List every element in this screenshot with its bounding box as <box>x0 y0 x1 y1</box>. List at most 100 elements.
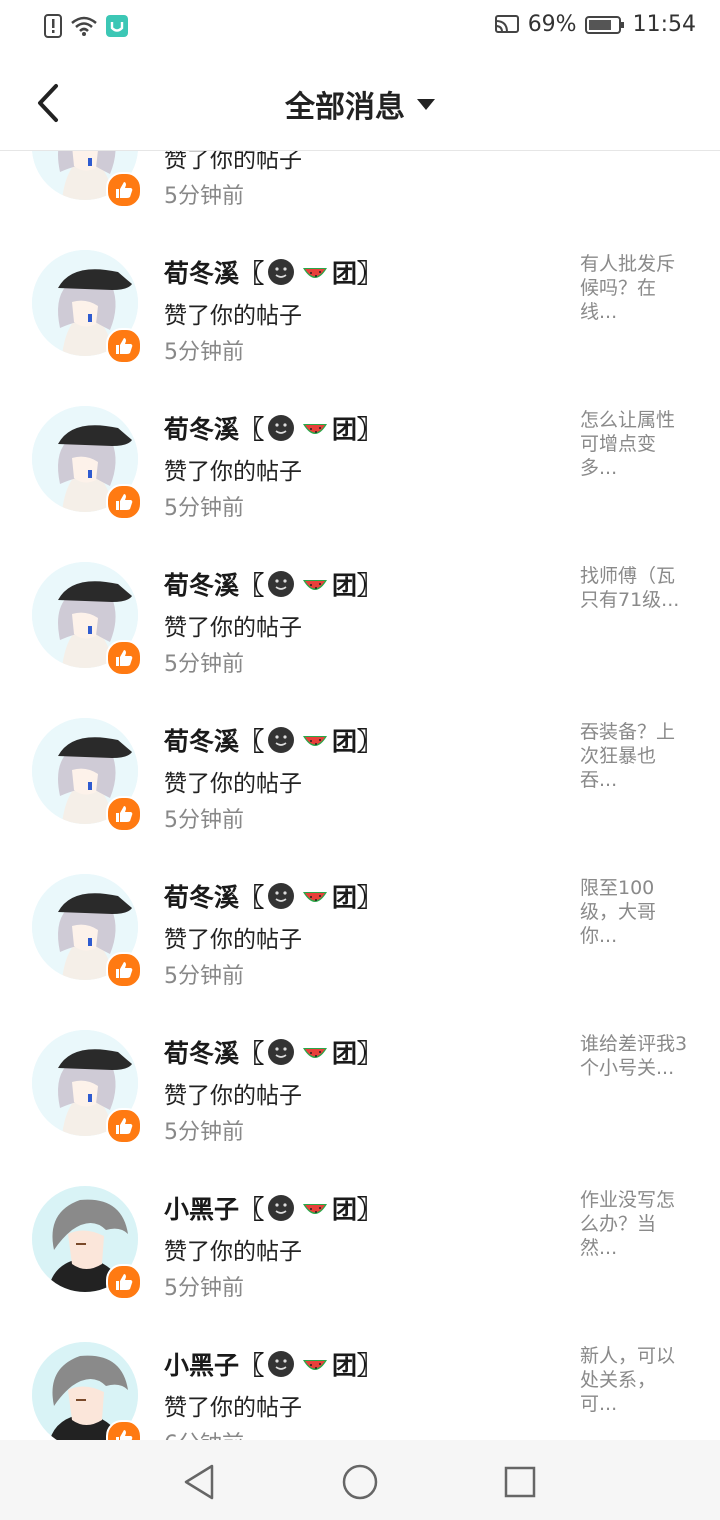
watermelon-emoji-icon <box>303 1360 328 1370</box>
group-suffix: 团〗 <box>332 1039 383 1068</box>
sender-name[interactable]: 荀冬溪〖 团〗 <box>164 254 382 290</box>
notification-action: 赞了你的帖子 <box>164 927 302 953</box>
sender-name[interactable]: 荀冬溪〖 团〗 <box>164 566 382 602</box>
alert-icon <box>44 14 62 38</box>
like-badge <box>106 1264 142 1300</box>
notification-action: 赞了你的帖子 <box>164 1395 302 1421</box>
watermelon-emoji-icon <box>303 424 328 434</box>
wifi-icon <box>71 16 97 36</box>
post-preview[interactable]: 作业没写怎么办？当然... <box>580 1188 690 1260</box>
sender-name[interactable]: 小黑子〖 团〗 <box>164 1190 382 1226</box>
thumbs-up-icon <box>116 494 133 510</box>
black-ball-emoji-icon <box>268 1195 295 1221</box>
timestamp: 5分钟前 <box>164 184 244 209</box>
group-suffix: 团〗 <box>332 883 383 912</box>
nav-recents-button[interactable] <box>500 1462 540 1502</box>
notification-item[interactable]: 荀冬溪〖 团〗 赞了你的帖子 5分钟前 怎么让属性可增点变多... <box>0 384 720 540</box>
notification-action: 赞了你的帖子 <box>164 1239 302 1265</box>
clock: 11:54 <box>632 12 696 37</box>
timestamp: 5分钟前 <box>164 964 244 989</box>
status-bar: 69% 11:54 <box>0 0 720 56</box>
thumbs-up-icon <box>116 806 133 822</box>
notification-item[interactable]: 荀冬溪〖 团〗赞了你的帖子 5分钟前 吞装备？上次狂暴也吞... <box>0 696 720 852</box>
thumbs-up-icon <box>116 650 133 666</box>
black-ball-emoji-icon <box>268 1351 295 1377</box>
notification-item[interactable]: 小黑子〖 团〗赞了你的帖子 6分钟前 新人，可以处关系，可... <box>0 1320 720 1440</box>
notification-item[interactable]: 荀冬溪〖 团〗赞了你的帖子 5分钟前 限至100级，大哥你... <box>0 852 720 1008</box>
like-badge <box>106 1420 142 1440</box>
watermelon-emoji-icon <box>303 1204 328 1214</box>
sender-name[interactable]: 荀冬溪〖 团〗 <box>164 722 382 758</box>
cast-icon <box>494 14 519 33</box>
group-suffix: 团〗 <box>332 1195 383 1224</box>
timestamp: 5分钟前 <box>164 340 244 365</box>
sender-name-text: 荀冬溪〖 <box>164 727 265 756</box>
nav-back-button[interactable] <box>180 1462 220 1502</box>
notification-action: 赞了你的帖子 <box>164 1083 302 1109</box>
like-badge <box>106 1108 142 1144</box>
watermelon-emoji-icon <box>303 736 328 746</box>
page-title: 全部消息 <box>285 90 405 125</box>
sender-name-text: 小黑子〖 <box>164 1351 265 1380</box>
watermelon-emoji-icon <box>303 1048 328 1058</box>
like-badge <box>106 796 142 832</box>
sender-name[interactable]: 小黑子〖 团〗 <box>164 1346 382 1382</box>
system-nav-bar <box>0 1440 720 1520</box>
thumbs-up-icon <box>116 1274 133 1290</box>
like-badge <box>106 484 142 520</box>
nav-home-button[interactable] <box>340 1462 380 1502</box>
black-ball-emoji-icon <box>268 259 295 285</box>
sender-name-text: 小黑子〖 <box>164 1195 265 1224</box>
notification-item[interactable]: 小黑子〖 团〗赞了你的帖子 5分钟前 作业没写怎么办？当然... <box>0 1164 720 1320</box>
sender-name-text: 荀冬溪〖 <box>164 415 265 444</box>
sender-name-text: 荀冬溪〖 <box>164 571 265 600</box>
like-badge <box>106 640 142 676</box>
post-preview[interactable]: 找师傅（瓦只有71级... <box>580 564 690 612</box>
timestamp: 6分钟前 <box>164 1426 244 1440</box>
notification-action: 赞了你的帖子 <box>164 771 302 797</box>
thumbs-up-icon <box>116 182 133 198</box>
thumbs-up-icon <box>116 1118 133 1134</box>
post-preview[interactable]: 新人，可以处关系，可... <box>580 1344 690 1416</box>
post-preview[interactable]: 谁给差评我3个小号关... <box>580 1032 690 1080</box>
thumbs-up-icon <box>116 962 133 978</box>
notification-item[interactable]: 荀冬溪〖 团〗 赞了你的帖子 5分钟前 找师傅（瓦只有71级... <box>0 540 720 696</box>
group-suffix: 团〗 <box>332 727 383 756</box>
notification-item[interactable]: 荀冬溪〖 团〗赞了你的帖子 5分钟前 谁给差评我3个小号关... <box>0 1008 720 1164</box>
sender-name[interactable]: 荀冬溪〖 团〗 <box>164 878 382 914</box>
message-filter-dropdown[interactable]: 全部消息 <box>0 82 720 126</box>
sender-name-text: 荀冬溪〖 <box>164 259 265 288</box>
black-ball-emoji-icon <box>268 571 295 597</box>
post-preview[interactable]: 怎么让属性可增点变多... <box>580 408 690 480</box>
triangle-back-icon <box>184 1464 214 1500</box>
thumbs-up-icon <box>116 338 133 354</box>
timestamp: 5分钟前 <box>164 1276 244 1301</box>
top-bar: 全部消息 <box>0 56 720 151</box>
timestamp: 5分钟前 <box>164 496 244 521</box>
watermelon-emoji-icon <box>303 580 328 590</box>
notification-action: 赞了你的帖子 <box>164 303 302 329</box>
watermelon-emoji-icon <box>303 268 328 278</box>
sender-name[interactable]: 荀冬溪〖 团〗 <box>164 410 382 446</box>
timestamp: 5分钟前 <box>164 1120 244 1145</box>
notification-action: 赞了你的帖子 <box>164 615 302 641</box>
sender-name[interactable]: 荀冬溪〖 团〗 <box>164 1034 382 1070</box>
black-ball-emoji-icon <box>268 883 295 909</box>
post-preview[interactable]: 吞装备？上次狂暴也吞... <box>580 720 690 792</box>
like-badge <box>106 952 142 988</box>
black-ball-emoji-icon <box>268 727 295 753</box>
notification-action: 赞了你的帖子 <box>164 151 302 173</box>
thumbs-up-icon <box>116 1430 133 1440</box>
post-preview[interactable]: 有人批发斥候吗？在线... <box>580 252 690 324</box>
sender-name-text: 荀冬溪〖 <box>164 1039 265 1068</box>
post-preview[interactable]: 限至100级，大哥你... <box>580 876 690 948</box>
notification-item[interactable]: 赞了你的帖子 5分钟前 <box>0 151 720 228</box>
circle-home-icon <box>342 1464 378 1500</box>
like-badge <box>106 328 142 364</box>
notification-item[interactable]: 荀冬溪〖 团〗赞了你的帖子 5分钟前 有人批发斥候吗？在线... <box>0 228 720 384</box>
timestamp: 5分钟前 <box>164 808 244 833</box>
group-suffix: 团〗 <box>332 415 383 444</box>
group-suffix: 团〗 <box>332 571 383 600</box>
battery-icon <box>584 15 624 34</box>
notification-list[interactable]: 赞了你的帖子 5分钟前 荀冬溪〖 团〗 赞了你的帖子 5分钟前 有人批发斥候吗？在线... 荀… <box>0 151 720 1440</box>
